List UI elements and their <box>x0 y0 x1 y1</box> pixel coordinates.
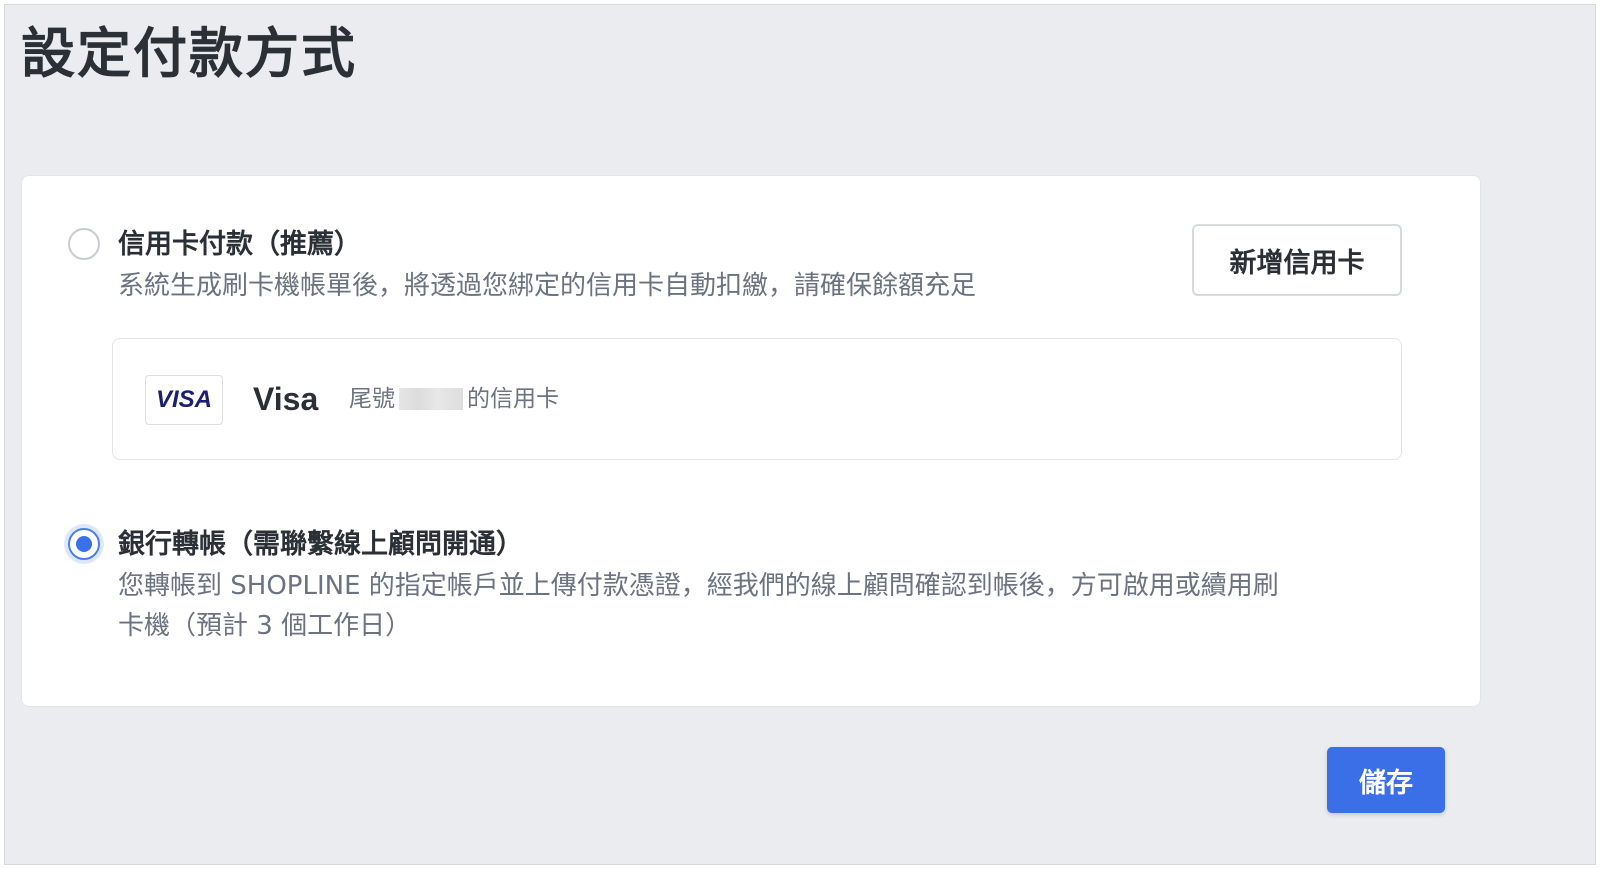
card-number-prefix: 尾號 <box>349 386 395 412</box>
bank-transfer-option-title: 銀行轉帳（需聯繫線上顧問開通） <box>118 529 523 560</box>
visa-logo: VISA <box>145 375 223 425</box>
card-brand-name: Visa <box>253 381 319 417</box>
payment-method-card: 信用卡付款（推薦） 系統生成刷卡機帳單後，將透過您綁定的信用卡自動扣繳，請確保餘… <box>21 175 1481 707</box>
bank-transfer-description-line2: 卡機（預計 3 個工作日） <box>118 611 412 641</box>
credit-card-option-title: 信用卡付款（推薦） <box>118 229 361 260</box>
credit-card-radio[interactable] <box>68 228 100 260</box>
radio-selected-dot <box>76 536 92 552</box>
card-number-description: 尾號 的信用卡 <box>349 384 559 414</box>
save-button[interactable]: 儲存 <box>1327 747 1445 813</box>
saved-card-item: VISA Visa 尾號 的信用卡 <box>112 338 1402 460</box>
credit-card-option-description: 系統生成刷卡機帳單後，將透過您綁定的信用卡自動扣繳，請確保餘額充足 <box>118 271 977 301</box>
visa-logo-text: VISA <box>155 386 212 413</box>
page-title: 設定付款方式 <box>21 22 357 85</box>
page-frame: 設定付款方式 信用卡付款（推薦） 系統生成刷卡機帳單後，將透過您綁定的信用卡自動… <box>4 4 1596 865</box>
card-number-suffix: 的信用卡 <box>467 386 559 412</box>
masked-card-digits <box>399 388 463 410</box>
bank-transfer-radio[interactable] <box>68 528 100 560</box>
bank-transfer-description-line1: 您轉帳到 SHOPLINE 的指定帳戶並上傳付款憑證，經我們的線上顧問確認到帳後… <box>118 571 1279 601</box>
add-credit-card-button[interactable]: 新增信用卡 <box>1192 224 1402 296</box>
